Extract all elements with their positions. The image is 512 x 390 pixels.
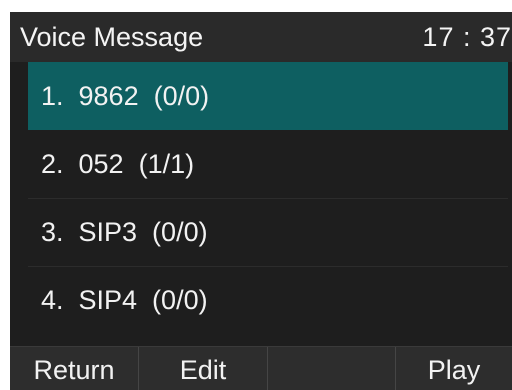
play-softkey[interactable]: Play — [396, 347, 512, 390]
page-title: Voice Message — [20, 22, 204, 52]
title-bar: Voice Message 17 : 37 — [10, 12, 512, 62]
voicemail-item[interactable]: 4. SIP4 (0/0) — [28, 266, 508, 334]
voicemail-item-label: 2. 052 (1/1) — [41, 149, 195, 179]
empty-softkey[interactable] — [268, 347, 395, 390]
voicemail-list: 1. 9862 (0/0) 2. 052 (1/1) 3. SIP3 (0/0)… — [10, 62, 512, 344]
clock: 17 : 37 — [422, 22, 512, 52]
return-softkey[interactable]: Return — [10, 347, 138, 390]
phone-screen: Voice Message 17 : 37 1. 9862 (0/0) 2. 0… — [10, 12, 512, 390]
voicemail-item[interactable]: 1. 9862 (0/0) — [28, 62, 508, 130]
voicemail-item-label: 3. SIP3 (0/0) — [41, 217, 208, 247]
softkey-bar: Return Edit Play — [10, 346, 512, 390]
voicemail-item[interactable]: 2. 052 (1/1) — [28, 130, 508, 198]
voicemail-item-label: 4. SIP4 (0/0) — [41, 285, 208, 315]
edit-softkey[interactable]: Edit — [139, 347, 267, 390]
voicemail-item-label: 1. 9862 (0/0) — [41, 81, 210, 111]
voicemail-item[interactable]: 3. SIP3 (0/0) — [28, 198, 508, 266]
